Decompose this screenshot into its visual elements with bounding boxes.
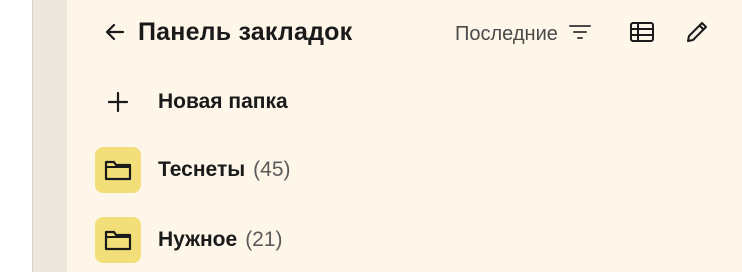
folder-name: Теснеты (158, 158, 246, 181)
sort-button[interactable]: Последние (455, 20, 592, 48)
table-view-icon (629, 20, 655, 49)
filter-lines-icon (568, 22, 592, 47)
folder-count: (21) (245, 228, 283, 251)
new-folder-label: Новая папка (158, 90, 288, 113)
folder-icon (95, 147, 141, 193)
side-gutter (33, 0, 67, 272)
page-title: Панель закладок (138, 18, 353, 46)
folder-item-tesnety[interactable]: Теснеты (45) (95, 147, 495, 193)
new-folder-button[interactable]: Новая папка (95, 80, 395, 124)
edit-button[interactable] (682, 19, 712, 49)
back-button[interactable] (101, 20, 129, 48)
sort-label: Последние (455, 22, 558, 45)
arrow-left-icon (103, 20, 127, 49)
folder-name: Нужное (158, 228, 238, 251)
view-mode-button[interactable] (627, 19, 657, 49)
folder-item-nuzhnoe[interactable]: Нужное (21) (95, 217, 495, 263)
bookmarks-window: Панель закладок Последние Новая папка Те… (0, 0, 742, 272)
panel-header: Панель закладок Последние (67, 0, 742, 70)
left-edge (0, 0, 32, 272)
folder-icon (95, 217, 141, 263)
plus-icon (95, 80, 141, 124)
folder-count: (45) (253, 158, 291, 181)
pencil-icon (684, 19, 710, 50)
bookmarks-panel: Панель закладок Последние Новая папка Те… (67, 0, 742, 272)
